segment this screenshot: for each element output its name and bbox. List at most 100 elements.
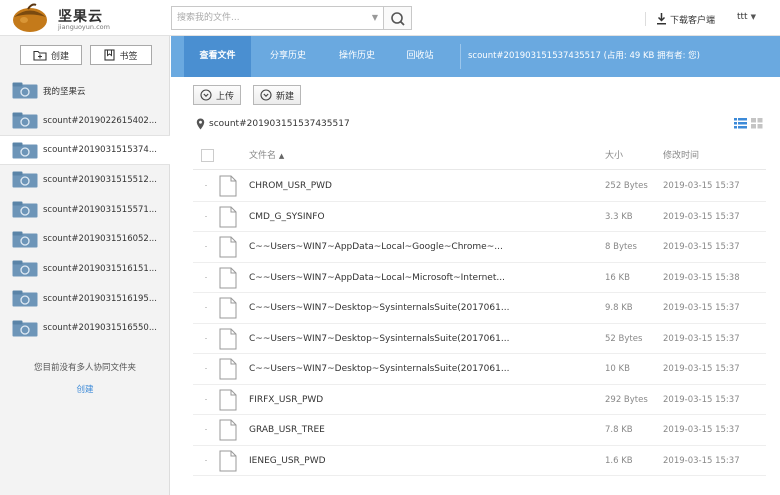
row-checkbox[interactable] bbox=[205, 307, 207, 308]
row-checkbox[interactable] bbox=[205, 185, 207, 186]
file-modified-time: 2019-03-15 15:37 bbox=[663, 364, 740, 374]
list-view-icon bbox=[734, 118, 747, 129]
cloud-folder-icon bbox=[12, 260, 38, 277]
file-icon bbox=[219, 175, 237, 197]
logo[interactable]: 坚果云 jianguoyun.com bbox=[8, 2, 158, 34]
cloud-folder-icon bbox=[12, 231, 38, 248]
sidebar-item-folder[interactable]: scount#2019031516195... bbox=[0, 284, 170, 314]
chevron-down-icon: ▼ bbox=[750, 13, 756, 21]
file-table-header: 文件名 ▲ 大小 修改时间 bbox=[193, 142, 766, 170]
row-checkbox[interactable] bbox=[205, 368, 207, 369]
file-name[interactable]: IENEG_USR_PWD bbox=[249, 446, 326, 476]
table-row[interactable]: C~~Users~WIN7~Desktop~SysinternalsSuite(… bbox=[193, 324, 766, 354]
table-row[interactable]: GRAB_USR_TREE 7.8 KB 2019-03-15 15:37 bbox=[193, 415, 766, 446]
download-client-link[interactable]: 下载客户端 bbox=[656, 12, 715, 26]
cloud-folder-icon bbox=[12, 171, 38, 188]
search-dropdown-icon[interactable]: ▼ bbox=[368, 7, 382, 29]
file-icon bbox=[219, 206, 237, 227]
file-icon bbox=[219, 236, 237, 258]
column-header-time[interactable]: 修改时间 bbox=[663, 142, 699, 170]
tab-share-history[interactable]: 分享历史 bbox=[255, 36, 321, 77]
folder-usage-info: scount#201903151537435517 (占用: 49 KB 拥有者… bbox=[468, 51, 700, 61]
row-checkbox[interactable] bbox=[205, 429, 207, 430]
row-checkbox[interactable] bbox=[205, 276, 207, 278]
sidebar-item-folder[interactable]: scount#2019031516550... bbox=[0, 314, 170, 344]
file-modified-time: 2019-03-15 15:37 bbox=[663, 181, 740, 191]
sidebar-item-folder[interactable]: scount#2019031516052... bbox=[0, 224, 170, 254]
sidebar-item-label: scount#2019031515571... bbox=[43, 204, 157, 215]
row-checkbox[interactable] bbox=[205, 246, 207, 247]
upload-button-label: 上传 bbox=[216, 91, 235, 102]
sidebar-item-my-jianguoyun[interactable]: 我的坚果云 bbox=[0, 76, 170, 106]
select-all-checkbox[interactable] bbox=[201, 149, 214, 162]
file-size: 3.3 KB bbox=[605, 211, 633, 222]
sidebar-item-label: scount#2019031516151... bbox=[43, 263, 157, 274]
file-icon bbox=[219, 358, 237, 380]
sidebar-actions: 创建 书签 bbox=[0, 36, 170, 75]
file-name[interactable]: C~~Users~WIN7~AppData~Local~Microsoft~In… bbox=[249, 263, 505, 293]
file-name[interactable]: CMD_G_SYSINFO bbox=[249, 202, 325, 232]
table-row[interactable]: C~~Users~WIN7~Desktop~SysinternalsSuite(… bbox=[193, 354, 766, 385]
row-checkbox[interactable] bbox=[205, 398, 207, 400]
sidebar-item-folder[interactable]: scount#2019031515512... bbox=[0, 165, 170, 195]
file-name[interactable]: FIRFX_USR_PWD bbox=[249, 385, 323, 415]
file-modified-time: 2019-03-15 15:37 bbox=[663, 394, 740, 405]
sidebar-item-folder[interactable]: scount#2019022615402... bbox=[0, 106, 170, 136]
column-header-name[interactable]: 文件名 ▲ bbox=[249, 142, 284, 170]
bookmark-icon bbox=[104, 49, 116, 61]
create-button-label: 创建 bbox=[50, 51, 69, 62]
file-name[interactable]: GRAB_USR_TREE bbox=[249, 415, 325, 445]
file-name[interactable]: C~~Users~WIN7~Desktop~SysinternalsSuite(… bbox=[249, 293, 509, 323]
list-view-toggle[interactable] bbox=[734, 118, 747, 132]
table-row[interactable]: C~~Users~WIN7~AppData~Local~Google~Chrom… bbox=[193, 232, 766, 263]
file-name[interactable]: C~~Users~WIN7~AppData~Local~Google~Chrom… bbox=[249, 232, 503, 262]
search-input[interactable] bbox=[172, 7, 364, 29]
create-button[interactable]: 创建 bbox=[20, 45, 82, 65]
sidebar-item-folder-active[interactable]: scount#2019031515374... bbox=[0, 135, 170, 166]
file-name[interactable]: C~~Users~WIN7~Desktop~SysinternalsSuite(… bbox=[249, 354, 509, 384]
grid-view-icon bbox=[751, 118, 763, 129]
new-button[interactable]: 新建 bbox=[253, 85, 302, 105]
search-button[interactable] bbox=[384, 6, 412, 30]
sidebar-item-folder[interactable]: scount#2019031515571... bbox=[0, 195, 170, 225]
file-size: 252 Bytes bbox=[605, 181, 648, 191]
file-table-body: CHROM_USR_PWD 252 Bytes 2019-03-15 15:37… bbox=[193, 171, 766, 476]
tab-view-files[interactable]: 查看文件 bbox=[184, 36, 251, 77]
table-row[interactable]: CMD_G_SYSINFO 3.3 KB 2019-03-15 15:37 bbox=[193, 202, 766, 232]
row-checkbox[interactable] bbox=[205, 215, 207, 217]
sidebar-item-label: scount#2019031516195... bbox=[43, 293, 157, 304]
upload-button[interactable]: 上传 bbox=[193, 85, 242, 105]
file-size: 8 Bytes bbox=[605, 242, 637, 252]
row-checkbox[interactable] bbox=[205, 337, 207, 339]
tab-operation-history[interactable]: 操作历史 bbox=[324, 36, 390, 77]
sidebar-item-label: scount#2019031516052... bbox=[43, 234, 157, 245]
main-tab-bar: 查看文件 分享历史 操作历史 回收站 scount#20190315153743… bbox=[171, 36, 780, 77]
user-menu[interactable]: ttt ▼ bbox=[737, 12, 756, 22]
download-client-label: 下载客户端 bbox=[670, 15, 716, 26]
file-modified-time: 2019-03-15 15:38 bbox=[663, 272, 740, 283]
file-icon bbox=[219, 450, 237, 471]
breadcrumb-path[interactable]: scount#201903151537435517 bbox=[209, 119, 350, 129]
create-shared-folder-link[interactable]: 创建 bbox=[0, 383, 170, 395]
table-row[interactable]: C~~Users~WIN7~Desktop~SysinternalsSuite(… bbox=[193, 293, 766, 324]
file-name[interactable]: C~~Users~WIN7~Desktop~SysinternalsSuite(… bbox=[249, 324, 509, 354]
file-size: 7.8 KB bbox=[605, 425, 633, 435]
table-row[interactable]: FIRFX_USR_PWD 292 Bytes 2019-03-15 15:37 bbox=[193, 385, 766, 415]
header-divider bbox=[645, 12, 646, 26]
file-modified-time: 2019-03-15 15:37 bbox=[663, 425, 740, 435]
table-row[interactable]: CHROM_USR_PWD 252 Bytes 2019-03-15 15:37 bbox=[193, 171, 766, 202]
sidebar-item-folder[interactable]: scount#2019031516151... bbox=[0, 254, 170, 284]
search-icon bbox=[391, 12, 405, 26]
bookmark-button[interactable]: 书签 bbox=[90, 45, 152, 65]
search-box: ▼ bbox=[171, 6, 384, 30]
column-header-size[interactable]: 大小 bbox=[605, 142, 623, 170]
row-checkbox[interactable] bbox=[205, 459, 207, 461]
table-row[interactable]: IENEG_USR_PWD 1.6 KB 2019-03-15 15:37 bbox=[193, 446, 766, 476]
breadcrumb: scount#201903151537435517 bbox=[196, 117, 350, 131]
file-name[interactable]: CHROM_USR_PWD bbox=[249, 171, 332, 201]
new-button-label: 新建 bbox=[276, 91, 295, 102]
grid-view-toggle[interactable] bbox=[751, 118, 763, 132]
tab-recycle-bin[interactable]: 回收站 bbox=[393, 36, 447, 77]
table-row[interactable]: C~~Users~WIN7~AppData~Local~Microsoft~In… bbox=[193, 263, 766, 293]
file-size: 10 KB bbox=[605, 364, 630, 374]
